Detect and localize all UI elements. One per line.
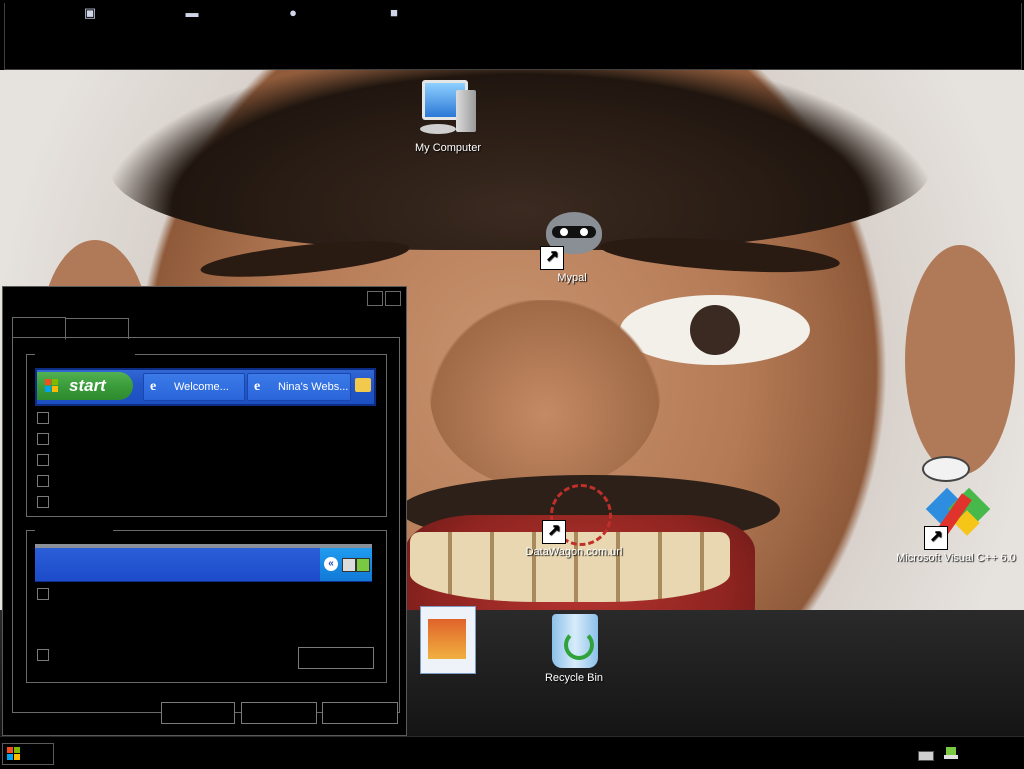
document-icon[interactable]: ■ bbox=[386, 5, 402, 21]
taskbar-preview-image: start e Welcome... e Nina's Webs... bbox=[35, 368, 376, 406]
start-button[interactable] bbox=[2, 743, 54, 765]
shortcut-arrow-icon: ↗ bbox=[542, 520, 566, 544]
image-document-icon[interactable] bbox=[420, 606, 476, 674]
internet-explorer-icon: e bbox=[150, 379, 157, 394]
user-icon[interactable]: ● bbox=[285, 5, 301, 21]
tab-start-menu[interactable] bbox=[65, 318, 129, 339]
desktop-icon-label: My Computer bbox=[414, 142, 482, 154]
ok-button[interactable] bbox=[161, 702, 235, 724]
top-toolbar: ▣ ▬ ● ■ bbox=[0, 0, 1024, 70]
windows-flag-icon bbox=[45, 379, 59, 393]
customize-button[interactable] bbox=[298, 647, 374, 669]
shortcut-arrow-icon: ↗ bbox=[924, 526, 948, 550]
preview-task-button: e Nina's Webs... bbox=[247, 373, 351, 401]
desktop-icon-visual-cpp[interactable]: ↗ Microsoft Visual C++ 6.0 bbox=[896, 486, 1016, 564]
apply-button[interactable] bbox=[322, 702, 398, 724]
preview-task-button: e Welcome... bbox=[143, 373, 245, 401]
group-buttons-checkbox[interactable] bbox=[37, 475, 49, 487]
desktop-icon-datawagon[interactable]: ↗ DataWagon.com.url bbox=[514, 480, 634, 558]
desktop-icon-label: Microsoft Visual C++ 6.0 bbox=[896, 552, 1016, 564]
desktop-icon-label: Mypal bbox=[557, 272, 587, 284]
desktop-icon-label: DataWagon.com.url bbox=[525, 546, 623, 558]
safely-remove-tray-icon[interactable] bbox=[944, 745, 958, 759]
windows-flag-icon bbox=[7, 747, 21, 761]
internet-shortcut-icon: ↗ bbox=[542, 480, 612, 546]
hide-inactive-icons-checkbox[interactable] bbox=[37, 649, 49, 661]
wallpaper-iris bbox=[690, 305, 740, 355]
auto-hide-checkbox[interactable] bbox=[37, 433, 49, 445]
lock-taskbar-checkbox[interactable] bbox=[37, 412, 49, 424]
close-button[interactable] bbox=[385, 291, 401, 306]
keep-on-top-checkbox[interactable] bbox=[37, 454, 49, 466]
preview-system-tray: « bbox=[320, 548, 372, 581]
wallpaper-nose bbox=[430, 300, 660, 490]
taskbar-properties-window bbox=[2, 286, 407, 736]
shortcut-arrow-icon: ↗ bbox=[540, 246, 564, 270]
preview-start-button: start bbox=[37, 372, 133, 400]
taskbar bbox=[0, 736, 1024, 769]
desktop-icon-recycle-bin[interactable]: Recycle Bin bbox=[514, 606, 634, 684]
cancel-button[interactable] bbox=[241, 702, 317, 724]
help-button[interactable] bbox=[367, 291, 383, 306]
raccoon-icon: ↗ bbox=[540, 206, 604, 270]
desktop-icon-label: Recycle Bin bbox=[544, 672, 604, 684]
network-icon[interactable]: ▣ bbox=[82, 5, 98, 21]
notification-area-preview-image: « bbox=[35, 544, 372, 582]
mouse-icon[interactable] bbox=[922, 456, 970, 482]
internet-explorer-icon: e bbox=[254, 379, 261, 394]
keyboard-tray-icon[interactable] bbox=[918, 751, 934, 761]
show-quick-launch-checkbox[interactable] bbox=[37, 496, 49, 508]
desktop-icon-mypal[interactable]: ↗ Mypal bbox=[512, 206, 632, 284]
network-tray-icon bbox=[342, 558, 356, 572]
chevron-left-icon: « bbox=[324, 557, 338, 571]
window-titlebar[interactable] bbox=[3, 287, 406, 307]
safely-remove-tray-icon bbox=[356, 558, 370, 572]
show-clock-checkbox[interactable] bbox=[37, 588, 49, 600]
desktop-icon-my-computer[interactable]: My Computer bbox=[388, 76, 508, 154]
folder-icon bbox=[355, 378, 371, 392]
drive-icon[interactable]: ▬ bbox=[184, 5, 200, 21]
visual-studio-icon: ↗ bbox=[924, 486, 991, 550]
wallpaper-ear-right bbox=[905, 245, 1015, 475]
computer-icon bbox=[416, 76, 480, 140]
recycle-bin-icon bbox=[542, 606, 606, 670]
top-toolbar-frame bbox=[4, 3, 1022, 70]
